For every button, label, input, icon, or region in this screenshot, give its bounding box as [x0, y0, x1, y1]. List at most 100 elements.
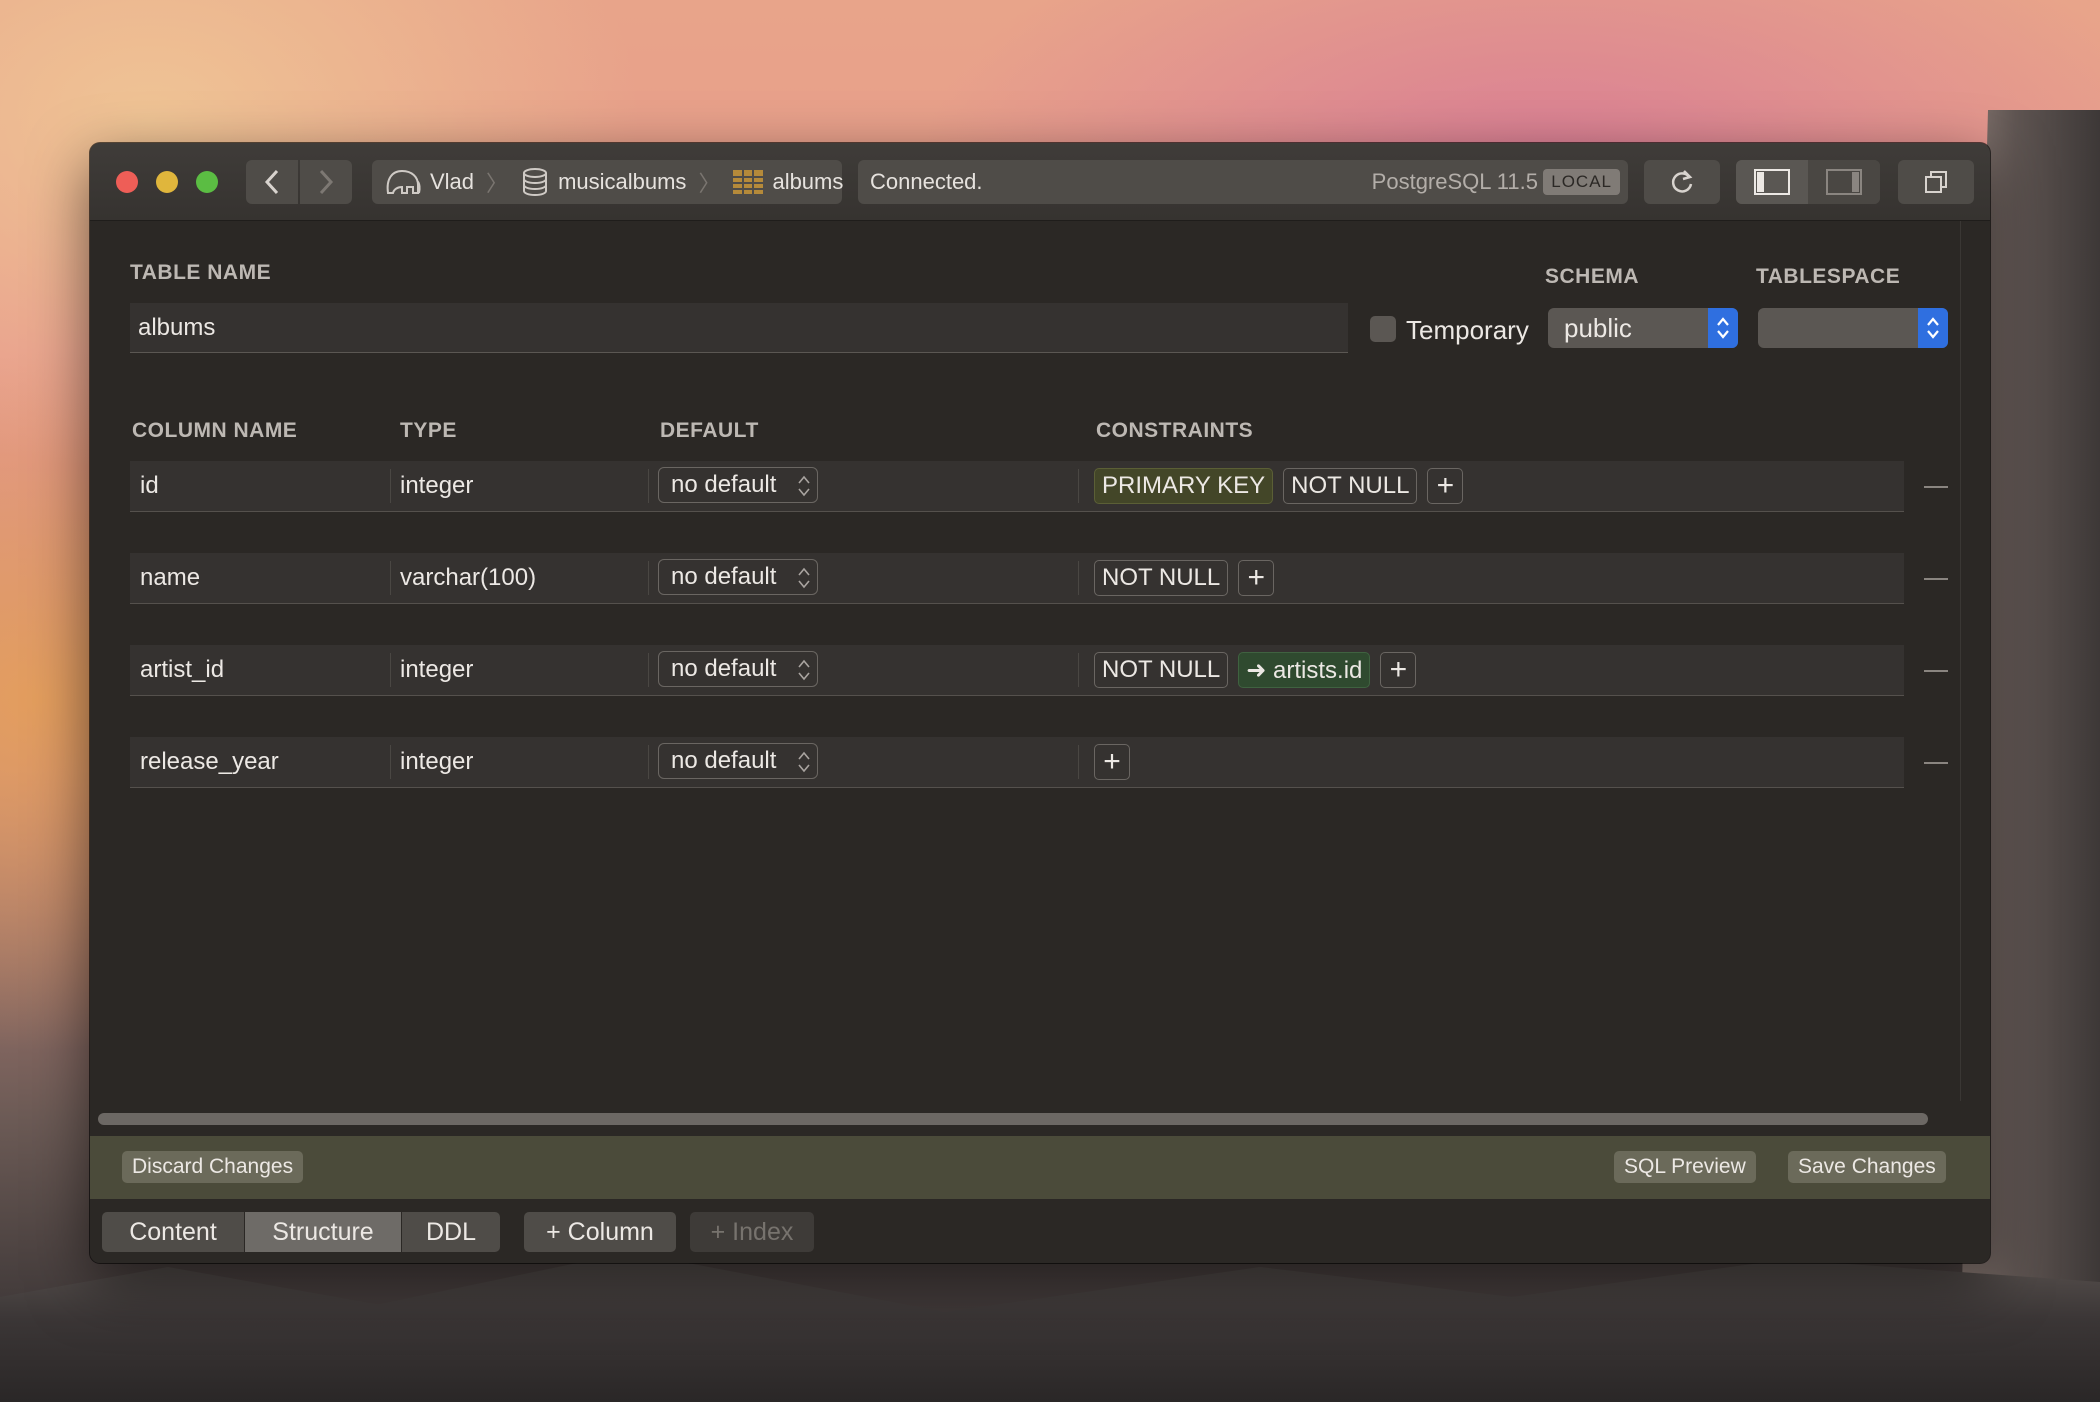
tablespace-label: TABLESPACE: [1756, 265, 1901, 288]
column-divider: [1078, 469, 1079, 503]
column-name-cell[interactable]: release_year: [140, 737, 279, 787]
save-changes-button[interactable]: Save Changes: [1788, 1151, 1946, 1183]
column-divider: [1078, 745, 1079, 779]
not-null-tag[interactable]: NOT NULL: [1283, 468, 1418, 504]
table-name-input[interactable]: albums: [130, 303, 1348, 353]
remove-column-button[interactable]: [1924, 578, 1948, 580]
add-constraint-button[interactable]: +: [1238, 560, 1275, 596]
default-value: no default: [671, 747, 777, 774]
temporary-checkbox[interactable]: [1370, 316, 1396, 342]
column-type-cell[interactable]: integer: [400, 461, 473, 511]
foreign-key-tag[interactable]: ➜ artists.id: [1238, 652, 1371, 688]
default-popup[interactable]: no default: [658, 651, 818, 687]
chevron-left-icon: [264, 169, 279, 195]
column-type-cell[interactable]: integer: [400, 645, 473, 695]
tab-content[interactable]: Content: [102, 1212, 244, 1252]
constraints-list: NOT NULL ➜ artists.id +: [1094, 651, 1417, 689]
column-divider: [390, 469, 391, 503]
server-version: PostgreSQL 11.5: [1371, 169, 1538, 194]
select-arrows-icon: [1918, 308, 1948, 348]
column-divider: [1078, 561, 1079, 595]
not-null-tag[interactable]: NOT NULL: [1094, 560, 1229, 596]
toggle-right-panel-button[interactable]: [1808, 160, 1880, 204]
close-window-button[interactable]: [116, 171, 138, 193]
discard-changes-button[interactable]: Discard Changes: [122, 1151, 304, 1183]
add-constraint-button[interactable]: +: [1380, 652, 1417, 688]
schema-label: SCHEMA: [1545, 265, 1640, 288]
connection-status-text: Connected.: [870, 169, 983, 194]
schema-select[interactable]: public: [1548, 308, 1738, 348]
table-name-label: TABLE NAME: [130, 261, 272, 284]
add-constraint-button[interactable]: +: [1427, 468, 1464, 504]
horizontal-scrollbar[interactable]: [98, 1113, 1928, 1125]
column-name-cell[interactable]: name: [140, 553, 200, 603]
default-popup[interactable]: no default: [658, 467, 818, 503]
breadcrumb-connection[interactable]: Vlad: [372, 167, 486, 197]
table-row[interactable]: artist_id integer no default NOT NULL ➜ …: [130, 645, 1904, 696]
remove-column-button[interactable]: [1924, 762, 1948, 764]
plus-icon: +: [1103, 745, 1121, 778]
schema-value: public: [1564, 312, 1632, 343]
tablespace-select[interactable]: [1758, 308, 1948, 348]
default-value: no default: [671, 655, 777, 682]
toggle-left-panel-button[interactable]: [1736, 160, 1808, 204]
table-row[interactable]: id integer no default PRIMARY KEY NOT NU…: [130, 461, 1904, 512]
connection-status-bar: Connected. PostgreSQL 11.5 LOCAL: [858, 160, 1628, 204]
breadcrumb-database-label: musicalbums: [558, 169, 687, 194]
type-header: TYPE: [400, 419, 457, 442]
default-popup[interactable]: no default: [658, 743, 818, 779]
column-name-cell[interactable]: id: [140, 461, 159, 511]
maximize-window-button[interactable]: [196, 171, 218, 193]
select-arrows-icon: [1708, 308, 1738, 348]
sql-preview-button[interactable]: SQL Preview: [1614, 1151, 1756, 1183]
sidebar-right-icon: [1826, 169, 1862, 195]
breadcrumb-database[interactable]: musicalbums: [508, 167, 698, 197]
refresh-button[interactable]: [1644, 160, 1720, 204]
table-row[interactable]: release_year integer no default +: [130, 737, 1904, 788]
column-type-cell[interactable]: integer: [400, 737, 473, 787]
content-divider: [1960, 221, 1961, 1101]
stepper-arrows-icon: [798, 475, 810, 497]
table-row[interactable]: name varchar(100) no default NOT NULL +: [130, 553, 1904, 604]
plus-icon: +: [1247, 561, 1266, 594]
add-index-button[interactable]: + Index: [690, 1212, 814, 1252]
forward-button[interactable]: [300, 160, 352, 204]
breadcrumb: Vlad 〉 musicalbums 〉 albums: [372, 160, 843, 204]
breadcrumb-table[interactable]: albums: [720, 169, 855, 195]
primary-key-tag[interactable]: PRIMARY KEY: [1094, 468, 1274, 504]
pending-changes-bar: Discard Changes SQL Preview Save Changes: [90, 1136, 1990, 1199]
default-popup[interactable]: no default: [658, 559, 818, 595]
not-null-tag[interactable]: NOT NULL: [1094, 652, 1229, 688]
tab-structure[interactable]: Structure: [245, 1212, 401, 1252]
column-name-cell[interactable]: artist_id: [140, 645, 224, 695]
add-column-button[interactable]: + Column: [524, 1212, 676, 1252]
minimize-window-button[interactable]: [156, 171, 178, 193]
temporary-label: Temporary: [1406, 315, 1529, 345]
default-value: no default: [671, 471, 777, 498]
remove-column-button[interactable]: [1924, 670, 1948, 672]
breadcrumb-separator: 〉: [486, 171, 509, 196]
constraints-list: +: [1094, 743, 1130, 781]
stepper-arrows-icon: [798, 567, 810, 589]
elephant-icon: [386, 169, 421, 194]
plus-icon: +: [1389, 653, 1408, 686]
column-type-cell[interactable]: varchar(100): [400, 553, 536, 603]
default-value: no default: [671, 563, 777, 590]
structure-editor: TABLE NAME albums Temporary SCHEMA publi…: [90, 221, 1990, 1136]
constraints-list: PRIMARY KEY NOT NULL +: [1094, 467, 1464, 505]
footer-toolbar: Content Structure DDL + Column + Index: [90, 1199, 1990, 1263]
constraints-list: NOT NULL +: [1094, 559, 1275, 597]
column-divider: [1078, 653, 1079, 687]
tab-ddl[interactable]: DDL: [402, 1212, 500, 1252]
plus-icon: +: [1436, 469, 1455, 502]
sidebar-left-icon: [1754, 169, 1790, 195]
back-button[interactable]: [246, 160, 298, 204]
column-divider: [390, 653, 391, 687]
new-window-button[interactable]: [1898, 160, 1974, 204]
remove-column-button[interactable]: [1924, 486, 1948, 488]
breadcrumb-connection-label: Vlad: [430, 169, 475, 194]
column-name-header: COLUMN NAME: [132, 419, 298, 442]
column-divider: [390, 745, 391, 779]
add-constraint-button[interactable]: +: [1094, 744, 1130, 780]
breadcrumb-separator: 〉: [698, 171, 721, 196]
